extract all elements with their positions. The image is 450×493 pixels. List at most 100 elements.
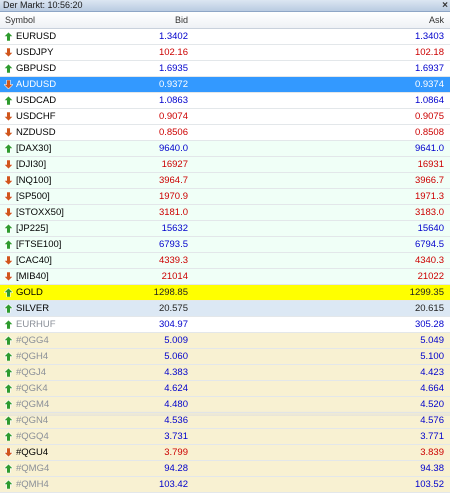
arrow-down-icon — [4, 448, 13, 457]
symbol-cell: [FTSE100] — [16, 239, 62, 250]
quote-row[interactable]: GOLD 1298.85 1299.35 — [0, 285, 450, 301]
bid-cell: 1.6935 — [158, 63, 188, 74]
symbol-cell: SILVER — [16, 303, 50, 314]
ask-cell: 0.9374 — [414, 79, 444, 90]
ask-cell: 1.6937 — [414, 63, 444, 74]
arrow-down-icon — [4, 192, 13, 201]
arrow-down-icon — [4, 256, 13, 265]
quote-row[interactable]: [DAX30] 9640.0 9641.0 — [0, 141, 450, 157]
close-icon[interactable]: × — [442, 0, 448, 11]
bid-cell: 4.624 — [164, 383, 188, 394]
ask-cell: 4.423 — [420, 367, 444, 378]
quote-row[interactable]: #QMG4 94.28 94.38 — [0, 461, 450, 477]
ask-cell: 102.18 — [414, 47, 444, 58]
ask-cell: 1.3403 — [414, 31, 444, 42]
arrow-down-icon — [4, 272, 13, 281]
symbol-cell: [STOXX50] — [16, 207, 64, 218]
symbol-cell: [SP500] — [16, 191, 50, 202]
bid-cell: 15632 — [161, 223, 188, 234]
symbol-cell: AUDUSD — [16, 79, 57, 90]
quote-row[interactable]: [FTSE100] 6793.5 6794.5 — [0, 237, 450, 253]
ask-cell: 4340.3 — [414, 255, 444, 266]
bid-cell: 1298.85 — [153, 287, 188, 298]
symbol-cell: USDCAD — [16, 95, 57, 106]
quote-row[interactable]: [STOXX50] 3181.0 3183.0 — [0, 205, 450, 221]
quote-row[interactable]: [MIB40] 21014 21022 — [0, 269, 450, 285]
symbol-cell: #QMG4 — [16, 463, 50, 474]
symbol-cell: USDJPY — [16, 47, 54, 58]
quote-row[interactable]: GBPUSD 1.6935 1.6937 — [0, 61, 450, 77]
quote-row[interactable]: EURHUF 304.97 305.28 — [0, 317, 450, 333]
ask-cell: 16931 — [417, 159, 444, 170]
bid-cell: 1970.9 — [158, 191, 188, 202]
arrow-up-icon — [4, 464, 13, 473]
bid-cell: 94.28 — [164, 463, 188, 474]
column-header-symbol[interactable]: Symbol — [5, 12, 35, 28]
bid-cell: 0.9074 — [158, 111, 188, 122]
quote-row[interactable]: [JP225] 15632 15640 — [0, 221, 450, 237]
quote-row[interactable]: #QGG4 5.009 5.049 — [0, 333, 450, 349]
column-header-bid[interactable]: Bid — [175, 12, 188, 28]
quote-row[interactable]: NZDUSD 0.8506 0.8508 — [0, 125, 450, 141]
quote-row[interactable]: [CAC40] 4339.3 4340.3 — [0, 253, 450, 269]
quote-row[interactable]: #QGU4 3.799 3.839 — [0, 445, 450, 461]
ask-cell: 5.100 — [420, 351, 444, 362]
ask-cell: 15640 — [417, 223, 444, 234]
ask-cell: 3966.7 — [414, 175, 444, 186]
quote-row[interactable]: USDCAD 1.0863 1.0864 — [0, 93, 450, 109]
arrow-up-icon — [4, 368, 13, 377]
quote-row[interactable]: USDJPY 102.16 102.18 — [0, 45, 450, 61]
symbol-cell: [CAC40] — [16, 255, 52, 266]
symbol-cell: #QGG4 — [16, 335, 49, 346]
arrow-up-icon — [4, 320, 13, 329]
arrow-up-icon — [4, 400, 13, 409]
bid-cell: 304.97 — [158, 319, 188, 330]
bid-cell: 4.383 — [164, 367, 188, 378]
quote-row[interactable]: #QGQ4 3.731 3.771 — [0, 429, 450, 445]
arrow-up-icon — [4, 480, 13, 489]
arrow-up-icon — [4, 64, 13, 73]
bid-cell: 102.16 — [158, 47, 188, 58]
bid-cell: 5.009 — [164, 335, 188, 346]
arrow-up-icon — [4, 288, 13, 297]
symbol-cell: [DAX30] — [16, 143, 52, 154]
quote-row[interactable]: [DJI30] 16927 16931 — [0, 157, 450, 173]
bid-cell: 1.3402 — [158, 31, 188, 42]
symbol-cell: USDCHF — [16, 111, 56, 122]
ask-cell: 0.9075 — [414, 111, 444, 122]
arrow-down-icon — [4, 160, 13, 169]
ask-cell: 9641.0 — [414, 143, 444, 154]
quote-row[interactable]: #QGH4 5.060 5.100 — [0, 349, 450, 365]
arrow-down-icon — [4, 48, 13, 57]
bid-cell: 1.0863 — [158, 95, 188, 106]
symbol-cell: GBPUSD — [16, 63, 57, 74]
ask-cell: 20.615 — [414, 303, 444, 314]
bid-cell: 0.9372 — [158, 79, 188, 90]
bid-cell: 0.8506 — [158, 127, 188, 138]
bid-cell: 3.799 — [164, 447, 188, 458]
quote-row[interactable]: SILVER 20.575 20.615 — [0, 301, 450, 317]
arrow-down-icon — [4, 128, 13, 137]
quote-row[interactable]: #QGJ4 4.383 4.423 — [0, 365, 450, 381]
arrow-down-icon — [4, 176, 13, 185]
symbol-cell: GOLD — [16, 287, 43, 298]
window-titlebar: Der Markt: 10:56:20 × — [0, 0, 450, 12]
quote-row[interactable]: #QMH4 103.42 103.52 — [0, 477, 450, 493]
arrow-down-icon — [4, 208, 13, 217]
symbol-cell: #QGU4 — [16, 447, 49, 458]
quote-row[interactable]: [NQ100] 3964.7 3966.7 — [0, 173, 450, 189]
arrow-up-icon — [4, 304, 13, 313]
column-header-ask[interactable]: Ask — [429, 12, 444, 28]
ask-cell: 3.771 — [420, 431, 444, 442]
quote-row[interactable]: AUDUSD 0.9372 0.9374 — [0, 77, 450, 93]
bid-cell: 3.731 — [164, 431, 188, 442]
quote-row[interactable]: #QGK4 4.624 4.664 — [0, 381, 450, 397]
quote-row[interactable]: EURUSD 1.3402 1.3403 — [0, 29, 450, 45]
ask-cell: 21022 — [417, 271, 444, 282]
quote-row[interactable]: USDCHF 0.9074 0.9075 — [0, 109, 450, 125]
bid-cell: 4339.3 — [158, 255, 188, 266]
quote-row[interactable]: [SP500] 1970.9 1971.3 — [0, 189, 450, 205]
quote-list: EURUSD 1.3402 1.3403 USDJPY 102.16 102.18 GBPU… — [0, 29, 450, 493]
bid-cell: 16927 — [161, 159, 188, 170]
ask-cell: 1.0864 — [414, 95, 444, 106]
